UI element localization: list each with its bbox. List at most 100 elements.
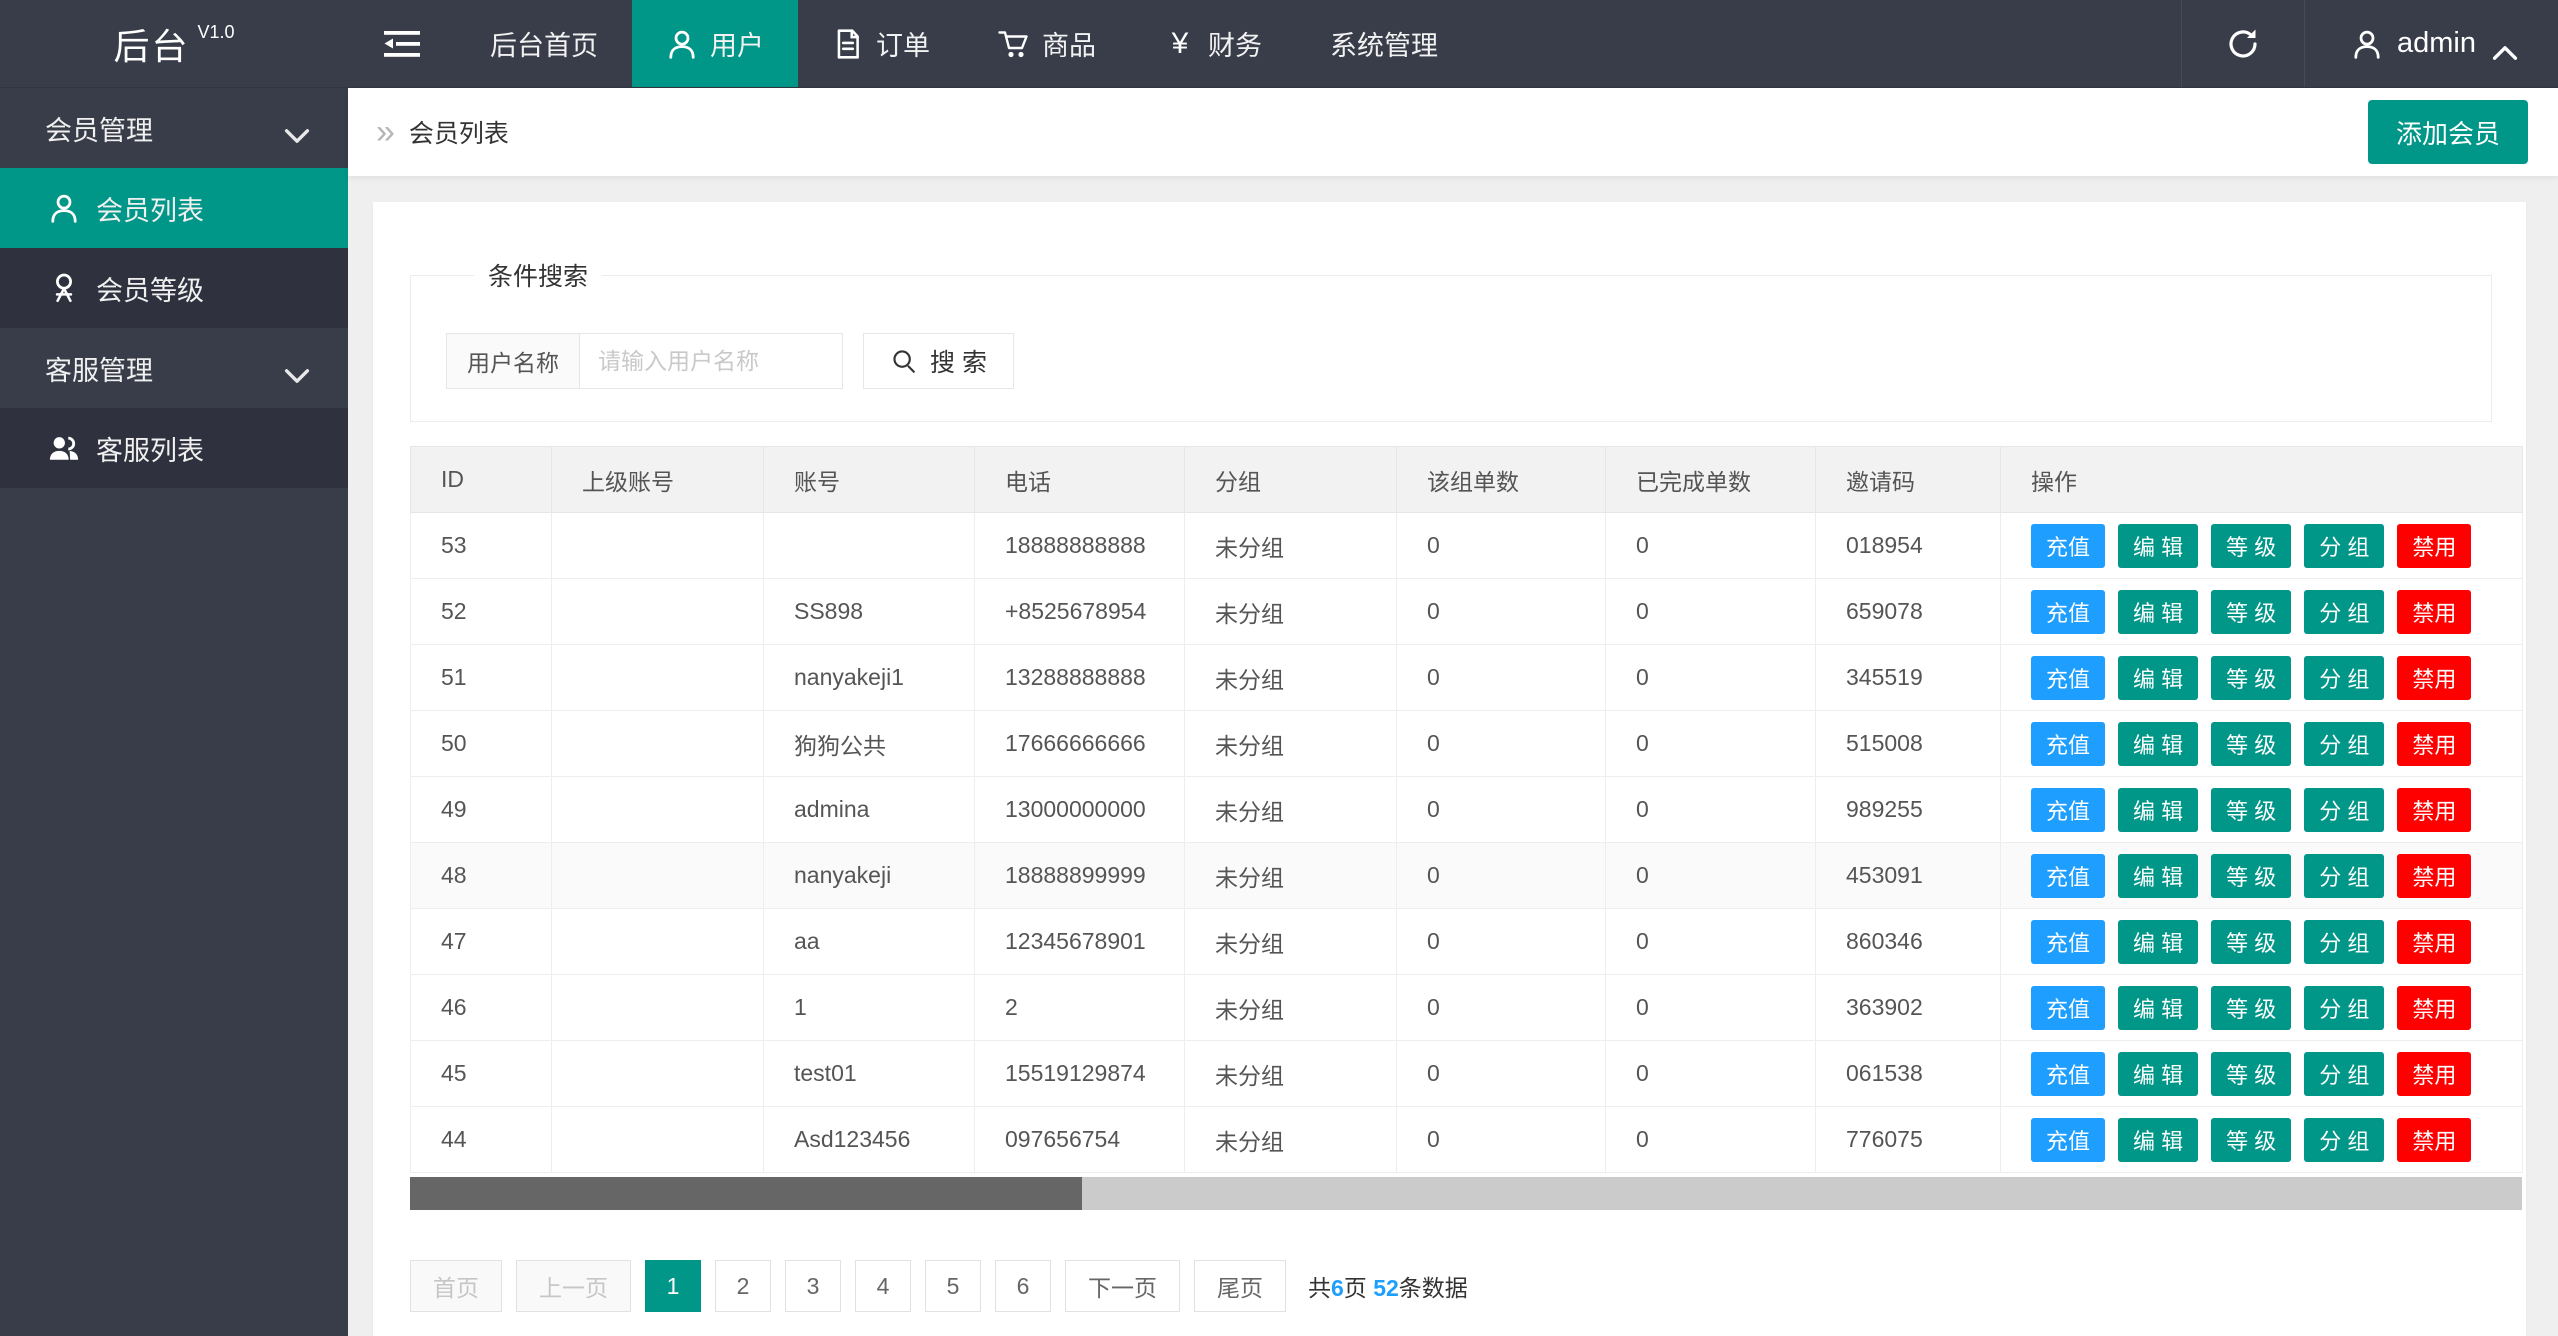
edit-button[interactable]: 编 辑 (2118, 524, 2198, 568)
refresh-icon (2226, 27, 2260, 61)
disable-button[interactable]: 禁用 (2397, 920, 2471, 964)
nav-item-finance[interactable]: ¥财务 (1130, 0, 1296, 87)
level-button[interactable]: 等 级 (2211, 986, 2291, 1030)
group-button[interactable]: 分 组 (2304, 524, 2384, 568)
disable-button[interactable]: 禁用 (2397, 524, 2471, 568)
user-icon (666, 28, 698, 60)
group-button[interactable]: 分 组 (2304, 986, 2384, 1030)
edit-button[interactable]: 编 辑 (2118, 788, 2198, 832)
nav-item-system[interactable]: 系统管理 (1296, 0, 1472, 87)
top-header: 后台 V1.0 后台首页用户订单商品¥财务系统管理 admin (0, 0, 2558, 88)
sidebar-collapse-button[interactable] (348, 0, 456, 87)
recharge-button[interactable]: 充值 (2031, 788, 2105, 832)
sidebar-item-service-management[interactable]: 客服管理 (0, 328, 348, 408)
username-search-input[interactable] (580, 334, 842, 388)
users-icon (48, 432, 80, 464)
sidebar-item-member-management[interactable]: 会员管理 (0, 88, 348, 168)
edit-button[interactable]: 编 辑 (2118, 854, 2198, 898)
search-button[interactable]: 搜 索 (863, 333, 1014, 389)
page-button-5[interactable]: 5 (925, 1260, 981, 1312)
disable-button[interactable]: 禁用 (2397, 1052, 2471, 1096)
page-button-3[interactable]: 3 (785, 1260, 841, 1312)
edit-button[interactable]: 编 辑 (2118, 986, 2198, 1030)
cell-group: 未分组 (1185, 579, 1397, 645)
sidebar-item-service-list[interactable]: 客服列表 (0, 408, 348, 488)
scrollbar-thumb[interactable] (410, 1177, 1082, 1210)
recharge-button[interactable]: 充值 (2031, 656, 2105, 700)
sidebar-item-member-level[interactable]: 会员等级 (0, 248, 348, 328)
disable-button[interactable]: 禁用 (2397, 722, 2471, 766)
recharge-button[interactable]: 充值 (2031, 524, 2105, 568)
group-button[interactable]: 分 组 (2304, 854, 2384, 898)
page-button-2[interactable]: 2 (715, 1260, 771, 1312)
column-header: 已完成单数 (1606, 447, 1816, 513)
edit-button[interactable]: 编 辑 (2118, 1052, 2198, 1096)
chevron-up-icon (2492, 36, 2518, 52)
body-row: 会员管理会员列表会员等级客服管理客服列表 » 会员列表 添加会员 条件搜索 用户… (0, 88, 2558, 1336)
disable-button[interactable]: 禁用 (2397, 788, 2471, 832)
edit-button[interactable]: 编 辑 (2118, 920, 2198, 964)
recharge-button[interactable]: 充值 (2031, 1118, 2105, 1162)
nav-item-label: 财务 (1208, 24, 1262, 63)
column-header: 分组 (1185, 447, 1397, 513)
level-button[interactable]: 等 级 (2211, 590, 2291, 634)
disable-button[interactable]: 禁用 (2397, 854, 2471, 898)
cell-actions: 充值编 辑等 级分 组禁用 (2001, 579, 2523, 645)
page-button-last[interactable]: 尾页 (1194, 1260, 1286, 1312)
recharge-button[interactable]: 充值 (2031, 920, 2105, 964)
nav-item-home[interactable]: 后台首页 (456, 0, 632, 87)
add-member-button[interactable]: 添加会员 (2368, 100, 2528, 164)
cell-parent-account (552, 975, 764, 1041)
cell-parent-account (552, 909, 764, 975)
disable-button[interactable]: 禁用 (2397, 590, 2471, 634)
nav-item-goods[interactable]: 商品 (964, 0, 1130, 87)
horizontal-scrollbar[interactable] (410, 1177, 2522, 1210)
disable-button[interactable]: 禁用 (2397, 656, 2471, 700)
refresh-button[interactable] (2181, 0, 2305, 87)
level-button[interactable]: 等 级 (2211, 1118, 2291, 1162)
cell-account: nanyakeji1 (764, 645, 975, 711)
page-button-1[interactable]: 1 (645, 1260, 701, 1312)
group-button[interactable]: 分 组 (2304, 788, 2384, 832)
cell-parent-account (552, 711, 764, 777)
recharge-button[interactable]: 充值 (2031, 1052, 2105, 1096)
group-button[interactable]: 分 组 (2304, 920, 2384, 964)
recharge-button[interactable]: 充值 (2031, 590, 2105, 634)
level-button[interactable]: 等 级 (2211, 854, 2291, 898)
edit-button[interactable]: 编 辑 (2118, 590, 2198, 634)
nav-item-order[interactable]: 订单 (798, 0, 964, 87)
edit-button[interactable]: 编 辑 (2118, 1118, 2198, 1162)
level-button[interactable]: 等 级 (2211, 920, 2291, 964)
sidebar-item-member-list[interactable]: 会员列表 (0, 168, 348, 248)
table-header-row: ID上级账号账号电话分组该组单数已完成单数邀请码操作 (411, 447, 2523, 513)
group-button[interactable]: 分 组 (2304, 722, 2384, 766)
recharge-button[interactable]: 充值 (2031, 986, 2105, 1030)
chevron-down-icon (284, 120, 310, 136)
group-button[interactable]: 分 组 (2304, 656, 2384, 700)
recharge-button[interactable]: 充值 (2031, 854, 2105, 898)
disable-button[interactable]: 禁用 (2397, 1118, 2471, 1162)
group-button[interactable]: 分 组 (2304, 1118, 2384, 1162)
level-button[interactable]: 等 级 (2211, 722, 2291, 766)
sidebar-menu: 会员管理会员列表会员等级客服管理客服列表 (0, 88, 348, 1336)
table-row: 5318888888888未分组00018954充值编 辑等 级分 组禁用 (411, 513, 2523, 579)
group-button[interactable]: 分 组 (2304, 1052, 2384, 1096)
level-button[interactable]: 等 级 (2211, 656, 2291, 700)
page-button-4[interactable]: 4 (855, 1260, 911, 1312)
page-button-6[interactable]: 6 (995, 1260, 1051, 1312)
level-button[interactable]: 等 级 (2211, 1052, 2291, 1096)
group-button[interactable]: 分 组 (2304, 590, 2384, 634)
edit-button[interactable]: 编 辑 (2118, 722, 2198, 766)
content-area: 条件搜索 用户名称 搜 索 (348, 176, 2558, 1336)
cell-account (764, 513, 975, 579)
cell-actions: 充值编 辑等 级分 组禁用 (2001, 513, 2523, 579)
nav-item-user[interactable]: 用户 (632, 0, 798, 87)
cell-account: Asd123456 (764, 1107, 975, 1173)
level-button[interactable]: 等 级 (2211, 524, 2291, 568)
edit-button[interactable]: 编 辑 (2118, 656, 2198, 700)
page-button-next[interactable]: 下一页 (1065, 1260, 1180, 1312)
level-button[interactable]: 等 级 (2211, 788, 2291, 832)
recharge-button[interactable]: 充值 (2031, 722, 2105, 766)
disable-button[interactable]: 禁用 (2397, 986, 2471, 1030)
user-menu[interactable]: admin (2305, 0, 2558, 87)
